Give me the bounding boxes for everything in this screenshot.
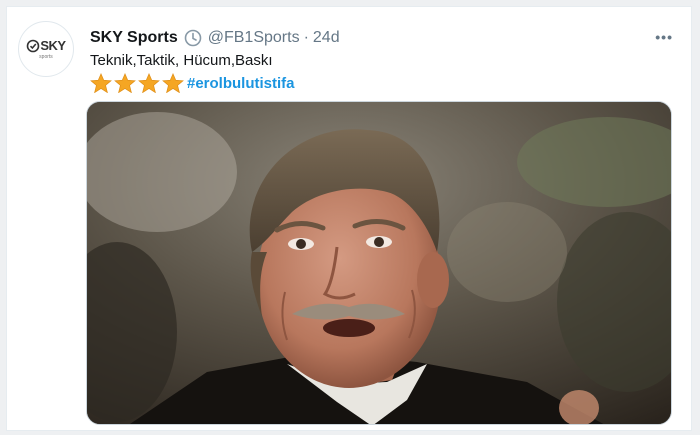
star-icon xyxy=(114,73,136,93)
more-options-icon[interactable]: ••• xyxy=(655,29,673,45)
tweet-second-line: #erolbulutistifa xyxy=(90,73,295,93)
sky-sports-logo: SKY sports xyxy=(26,38,66,60)
clock-logo-icon xyxy=(27,39,40,52)
star-icon xyxy=(162,73,184,93)
star-icon xyxy=(138,73,160,93)
handle[interactable]: @FB1Sports xyxy=(208,29,300,47)
separator-dot: · xyxy=(303,29,309,46)
screenshot-frame: SKY sports SKY Sports @FB1Sports · 24d •… xyxy=(0,0,700,435)
display-name[interactable]: SKY Sports xyxy=(90,29,178,47)
tweet-media-photo[interactable] xyxy=(86,101,672,425)
hashtag-link[interactable]: #erolbulutistifa xyxy=(187,75,295,92)
avatar-logo-subtext: sports xyxy=(39,54,53,60)
tweet-card[interactable]: SKY sports SKY Sports @FB1Sports · 24d •… xyxy=(6,6,692,431)
clock-badge-icon xyxy=(184,29,202,47)
photo-portrait xyxy=(87,102,671,424)
avatar-logo-text: SKY xyxy=(40,38,66,53)
star-rating xyxy=(90,73,184,93)
tweet-text: Teknik,Taktik, Hücum,Baskı xyxy=(90,52,273,69)
avatar[interactable]: SKY sports xyxy=(18,21,74,77)
tweet-header: SKY Sports @FB1Sports · 24d xyxy=(90,27,340,49)
star-icon xyxy=(90,73,112,93)
timestamp[interactable]: 24d xyxy=(313,29,340,47)
